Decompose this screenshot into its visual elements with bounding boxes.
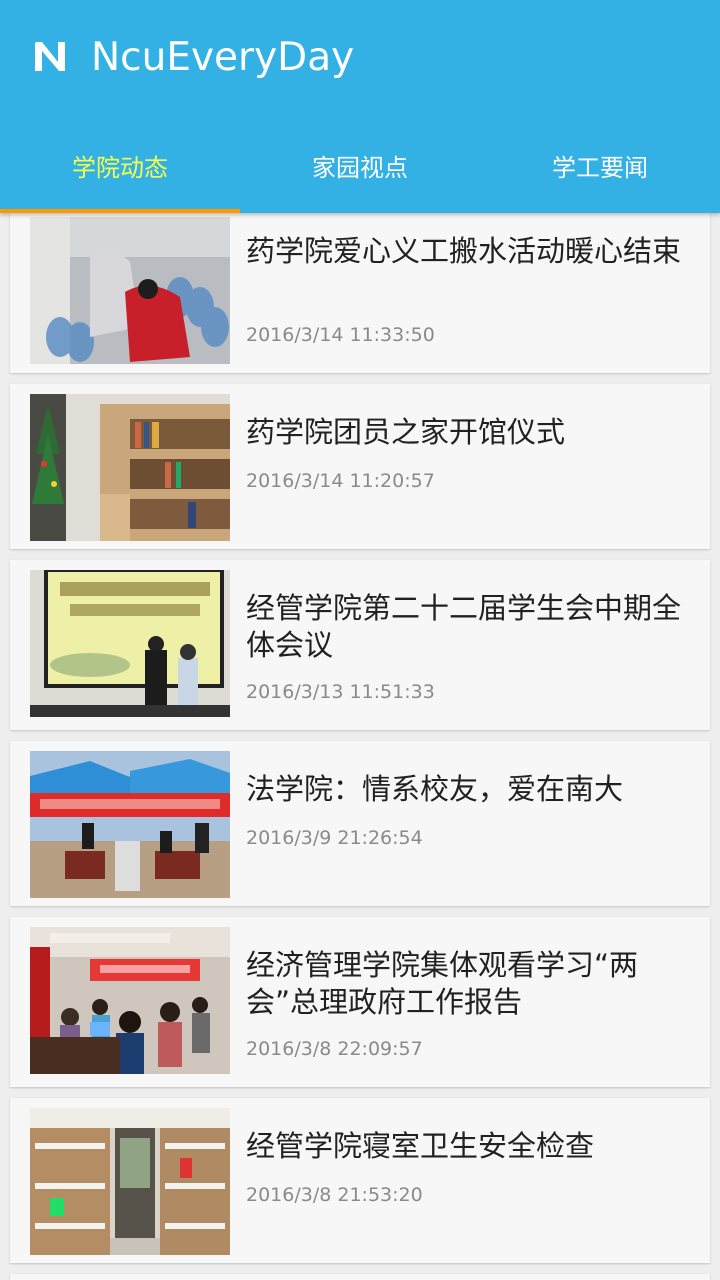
news-title: 法学院：情系校友，爱在南大 — [246, 772, 624, 806]
tab-student-affairs[interactable]: 学工要闻 — [480, 118, 720, 213]
news-date: 2016/3/14 11:20:57 — [246, 470, 435, 492]
news-title: 药学院爱心义工搬水活动暖心结束 — [246, 234, 682, 268]
news-thumbnail — [30, 570, 230, 717]
news-date: 2016/3/14 11:33:50 — [246, 324, 435, 346]
news-card[interactable]: 经管学院寝室卫生安全检查 2016/3/8 21:53:20 — [10, 1098, 710, 1263]
news-card[interactable]: 法学院：情系校友，爱在南大 2016/3/9 21:26:54 — [10, 741, 710, 906]
app-bar: NcuEveryDay 学院动态 家园视点 学工要闻 — [0, 0, 720, 213]
news-title: 经管学院第二十二届学生会中期全体会议 — [246, 591, 682, 662]
news-thumbnail — [30, 394, 230, 541]
tab-indicator — [0, 209, 240, 213]
news-card[interactable]: 经济管理学院集体观看学习“两会”总理政府工作报告 2016/3/8 22:09:… — [10, 917, 710, 1087]
toolbar: NcuEveryDay — [0, 0, 720, 118]
news-date: 2016/3/8 21:53:20 — [246, 1184, 423, 1206]
news-list[interactable]: 药学院爱心义工搬水活动暖心结束 2016/3/14 11:33:50 药学院团员… — [0, 213, 720, 1280]
news-card[interactable]: 药学院团员之家开馆仪式 2016/3/14 11:20:57 — [10, 384, 710, 549]
app-screen: NcuEveryDay 学院动态 家园视点 学工要闻 药学院爱心义工搬水活动暖心… — [0, 0, 720, 1280]
tab-campus-viewpoint[interactable]: 家园视点 — [240, 118, 480, 213]
news-card[interactable]: 经管学院第二十二届学生会中期全体会议 2016/3/13 11:51:33 — [10, 560, 710, 730]
news-title: 经管学院寝室卫生安全检查 — [246, 1129, 595, 1163]
news-thumbnail — [30, 927, 230, 1074]
news-thumbnail — [30, 1108, 230, 1255]
news-date: 2016/3/8 22:09:57 — [246, 1038, 423, 1060]
tab-bar: 学院动态 家园视点 学工要闻 — [0, 118, 720, 213]
n-logo-icon — [35, 42, 65, 71]
news-date: 2016/3/9 21:26:54 — [246, 827, 423, 849]
news-thumbnail — [30, 217, 230, 364]
app-title: NcuEveryDay — [91, 35, 355, 80]
news-title: 药学院团员之家开馆仪式 — [246, 415, 566, 449]
tab-college-news[interactable]: 学院动态 — [0, 118, 240, 213]
news-card[interactable] — [10, 1274, 710, 1280]
news-card[interactable]: 药学院爱心义工搬水活动暖心结束 2016/3/14 11:33:50 — [10, 213, 710, 373]
news-thumbnail — [30, 751, 230, 898]
news-title: 经济管理学院集体观看学习“两会”总理政府工作报告 — [246, 948, 639, 1019]
news-date: 2016/3/13 11:51:33 — [246, 681, 435, 703]
